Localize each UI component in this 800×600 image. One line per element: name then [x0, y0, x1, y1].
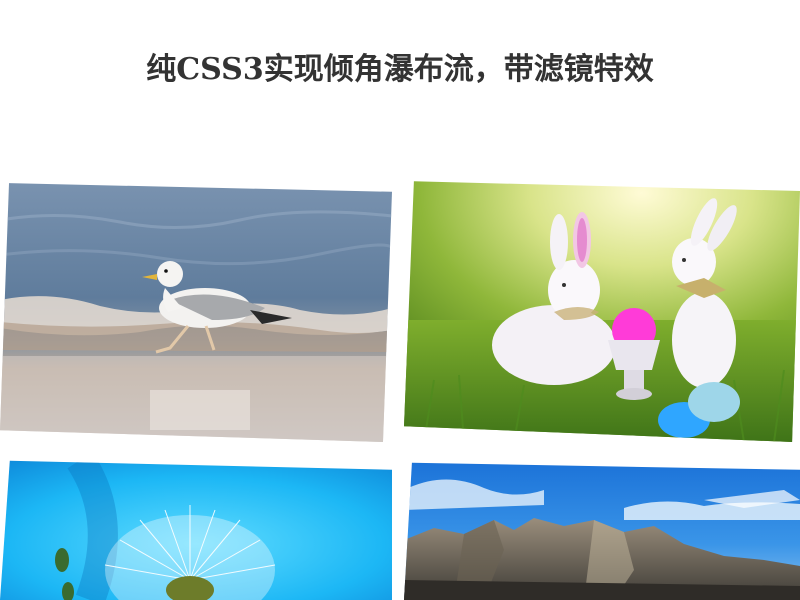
- easter-bunnies-photo: [404, 181, 800, 442]
- gallery-item-dandelion[interactable]: [0, 460, 392, 600]
- dandelion-photo: [0, 460, 392, 600]
- tilted-waterfall-gallery: [0, 0, 800, 600]
- gallery-item-seagull[interactable]: [0, 183, 392, 442]
- seagull-photo: [0, 183, 392, 442]
- gallery-item-mountains[interactable]: [404, 462, 800, 600]
- gallery-item-easter-bunnies[interactable]: [404, 181, 800, 442]
- mountains-photo: [404, 462, 800, 600]
